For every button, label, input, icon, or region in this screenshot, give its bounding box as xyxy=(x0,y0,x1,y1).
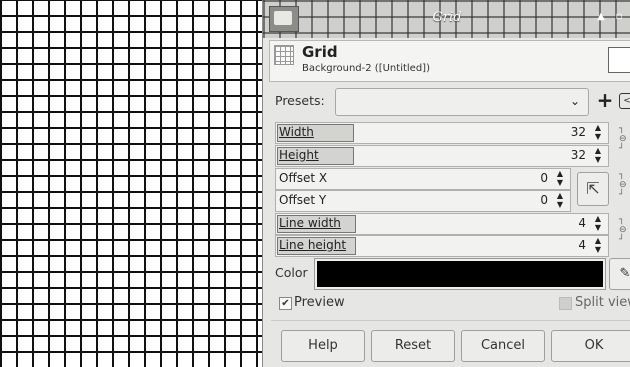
offset-y-field[interactable]: Offset Y 0 ▲ ▼ xyxy=(275,190,571,212)
dialog-header: Grid Background-2 ([Untitled]) xyxy=(269,40,630,82)
line-width-field[interactable]: Line width 4 ▲ ▼ xyxy=(275,213,609,235)
offset-chain-icon[interactable]: ┐ ⊖ ┘ xyxy=(619,170,629,200)
line-width-label: Line width xyxy=(279,216,341,230)
grid-dialog: Grid ▲ ▫ Grid Background-2 ([Untitled]) … xyxy=(262,0,630,367)
presets-label: Presets: xyxy=(275,93,325,108)
title-bar[interactable]: Grid ▲ ▫ xyxy=(263,0,630,38)
presets-menu-button[interactable]: < xyxy=(619,93,630,109)
line-height-spinner-icon[interactable]: ▲ ▼ xyxy=(592,236,604,254)
split-view-label: Split view xyxy=(575,295,630,310)
dialog-subtitle: Background-2 ([Untitled]) xyxy=(302,63,430,74)
separator xyxy=(271,320,630,321)
ok-button[interactable]: OK xyxy=(551,330,630,362)
offset-x-field[interactable]: Offset X 0 ▲ ▼ xyxy=(275,168,571,190)
chevron-down-icon: ⌄ xyxy=(569,94,580,108)
line-height-field[interactable]: Line height 4 ▲ ▼ xyxy=(275,235,609,257)
offset-y-value[interactable]: 0 xyxy=(540,193,548,207)
restore-icon[interactable]: ▫ xyxy=(613,11,625,23)
width-label: Width xyxy=(279,125,314,139)
height-field[interactable]: Height 32 ▲ ▼ xyxy=(275,145,609,167)
reset-button[interactable]: Reset xyxy=(371,330,455,362)
pointer-pick-button[interactable]: ⇱ xyxy=(577,172,609,206)
height-value[interactable]: 32 xyxy=(571,148,586,162)
layer-thumbnail xyxy=(608,47,630,73)
line-width-value[interactable]: 4 xyxy=(578,216,586,230)
color-picker-button[interactable]: ✎ xyxy=(609,258,630,290)
height-spinner-icon[interactable]: ▲ ▼ xyxy=(592,146,604,164)
eyedropper-icon: ✎ xyxy=(619,266,630,281)
preview-checkbox[interactable]: ✔ xyxy=(279,297,292,310)
height-label: Height xyxy=(279,148,319,162)
presets-select[interactable]: ⌄ xyxy=(335,88,589,116)
line-width-spinner-icon[interactable]: ▲ ▼ xyxy=(592,214,604,232)
width-value[interactable]: 32 xyxy=(571,125,586,139)
add-preset-button[interactable]: + xyxy=(596,88,614,112)
dialog-title: Grid xyxy=(302,43,338,61)
cursor-arrow-icon: ⇱ xyxy=(586,179,600,198)
offset-x-value[interactable]: 0 xyxy=(540,171,548,185)
line-height-label: Line height xyxy=(279,238,347,252)
line-chain-icon[interactable]: ┐ ⊖ ┘ xyxy=(619,215,629,245)
color-swatch-button[interactable] xyxy=(314,258,606,290)
offset-y-spinner-icon[interactable]: ▲ ▼ xyxy=(554,191,566,209)
cancel-button[interactable]: Cancel xyxy=(461,330,545,362)
offset-x-label: Offset X xyxy=(279,171,328,185)
maximize-icon[interactable]: ▲ xyxy=(595,11,607,23)
width-height-chain-icon[interactable]: ┐ ⊖ ┘ xyxy=(619,124,629,154)
color-label: Color xyxy=(275,265,308,280)
grid-icon xyxy=(274,45,294,65)
window-title: Grid xyxy=(432,10,462,25)
line-height-value[interactable]: 4 xyxy=(578,238,586,252)
offset-y-label: Offset Y xyxy=(279,193,327,207)
offset-x-spinner-icon[interactable]: ▲ ▼ xyxy=(554,169,566,187)
preview-label: Preview xyxy=(294,295,345,310)
width-field[interactable]: Width 32 ▲ ▼ xyxy=(275,122,609,144)
width-spinner-icon[interactable]: ▲ ▼ xyxy=(592,123,604,141)
split-view-checkbox[interactable] xyxy=(559,297,572,310)
help-button[interactable]: Help xyxy=(281,330,365,362)
